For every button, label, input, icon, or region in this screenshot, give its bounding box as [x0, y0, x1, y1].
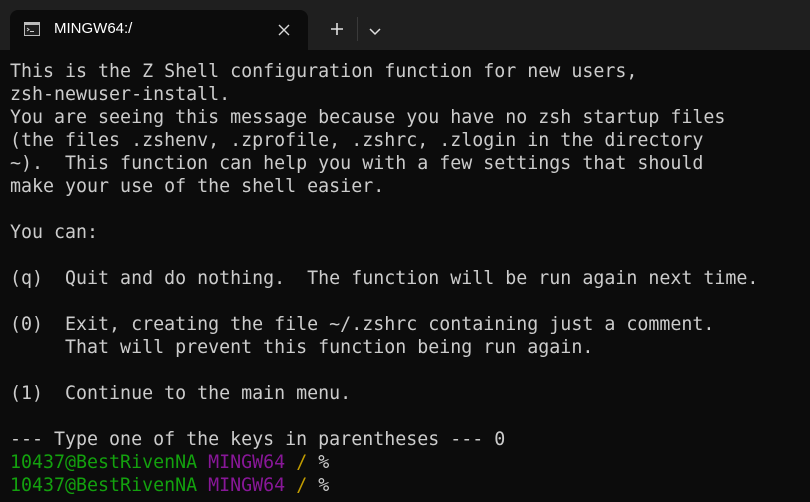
output-line: (q) Quit and do nothing. The function wi… — [10, 268, 759, 289]
title-bar: MINGW64:/ — [0, 0, 810, 50]
plus-icon — [331, 23, 343, 35]
output-line: (1) Continue to the main menu. — [10, 383, 352, 404]
new-tab-button[interactable] — [322, 14, 352, 44]
prompt-symbol: % — [318, 475, 330, 496]
prompt-env: MINGW64 — [208, 452, 286, 473]
prompt-user-host: 10437@BestRivenNA — [10, 452, 198, 473]
prompt-user-host: 10437@BestRivenNA — [10, 475, 198, 496]
dropdown-button[interactable] — [362, 18, 388, 44]
output-line: (the files .zshenv, .zprofile, .zshrc, .… — [10, 130, 704, 151]
shell-prompt: 10437@BestRivenNA MINGW64 / % — [10, 474, 800, 497]
output-line: This is the Z Shell configuration functi… — [10, 61, 638, 82]
output-line: You are seeing this message because you … — [10, 107, 726, 128]
terminal-window: MINGW64:/ This is the Z Shell configurat… — [0, 0, 810, 502]
prompt-path: / — [296, 452, 308, 473]
output-line: (0) Exit, creating the file ~/.zshrc con… — [10, 314, 715, 335]
tab-mingw64[interactable]: MINGW64:/ — [10, 10, 308, 50]
output-line: ~). This function can help you with a fe… — [10, 153, 704, 174]
output-line: make your use of the shell easier. — [10, 176, 385, 197]
output-line: zsh-newuser-install. — [10, 84, 231, 105]
close-icon[interactable] — [276, 22, 292, 38]
output-line: That will prevent this function being ru… — [10, 337, 594, 358]
terminal-icon — [24, 22, 40, 36]
output-line: You can: — [10, 222, 99, 243]
prompt-env: MINGW64 — [208, 475, 286, 496]
shell-prompt: 10437@BestRivenNA MINGW64 / % — [10, 451, 800, 474]
terminal-output[interactable]: This is the Z Shell configuration functi… — [10, 60, 800, 502]
output-line: --- Type one of the keys in parentheses … — [10, 429, 506, 450]
prompt-symbol: % — [318, 452, 330, 473]
tab-title: MINGW64:/ — [54, 20, 133, 37]
tab-separator — [357, 17, 358, 41]
prompt-path: / — [296, 475, 308, 496]
chevron-down-icon — [369, 28, 381, 36]
